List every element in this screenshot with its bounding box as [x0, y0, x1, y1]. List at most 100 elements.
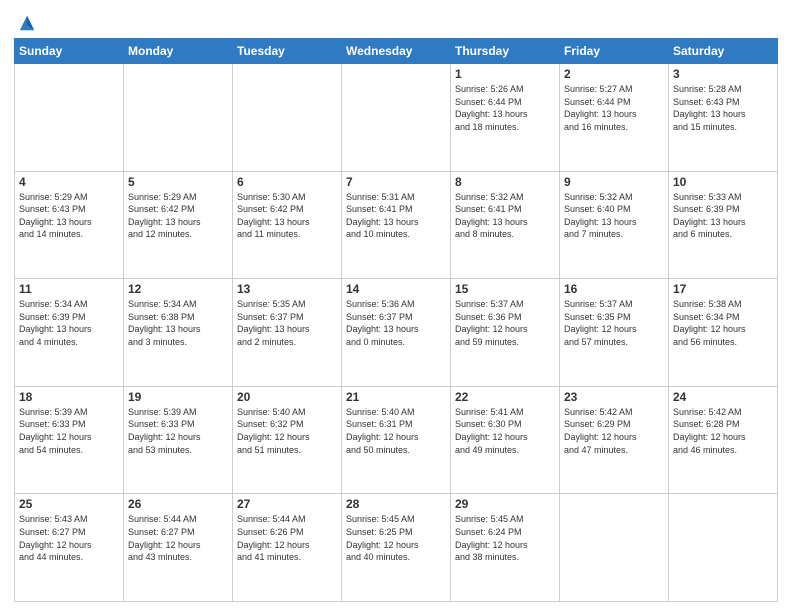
day-info: Sunrise: 5:41 AM Sunset: 6:30 PM Dayligh…	[455, 406, 555, 456]
day-number: 20	[237, 390, 337, 404]
week-row-2: 11Sunrise: 5:34 AM Sunset: 6:39 PM Dayli…	[15, 279, 778, 387]
day-info: Sunrise: 5:39 AM Sunset: 6:33 PM Dayligh…	[19, 406, 119, 456]
logo-icon	[18, 14, 36, 32]
day-cell: 19Sunrise: 5:39 AM Sunset: 6:33 PM Dayli…	[124, 386, 233, 494]
day-cell: 29 Sunrise: 5:45 AM Sunset: 6:24 PM Dayli…	[451, 494, 560, 602]
day-number: 23	[564, 390, 664, 404]
day-cell: 14 Sunrise: 5:36 AM Sunset: 6:37 PM Dayli…	[342, 279, 451, 387]
day-number: 11	[19, 282, 119, 296]
day-info: Sunrise: 5:42 AM Sunset: 6:29 PM Dayligh…	[564, 406, 664, 456]
day-number: 17	[673, 282, 773, 296]
day-info: Sunrise: 5:45 AM Sunset: 6:25 PM Dayligh…	[346, 513, 446, 563]
day-info: Sunrise: 5:44 AM Sunset: 6:26 PM Dayligh…	[237, 513, 337, 563]
day-number: 1	[455, 67, 555, 81]
day-info: Sunrise: 5:32 AM Sunset: 6:41 PM Dayligh…	[455, 191, 555, 241]
day-cell: 2Sunrise: 5:27 AM Sunset: 6:44 PM Daylig…	[560, 64, 669, 172]
day-cell: 7 Sunrise: 5:31 AM Sunset: 6:41 PM Daylig…	[342, 171, 451, 279]
day-info: Sunrise: 5:34 AM Sunset: 6:38 PM Dayligh…	[128, 298, 228, 348]
day-cell: 3Sunrise: 5:28 AM Sunset: 6:43 PM Daylig…	[669, 64, 778, 172]
weekday-header-monday: Monday	[124, 39, 233, 64]
day-cell: 25 Sunrise: 5:43 AM Sunset: 6:27 PM Dayli…	[15, 494, 124, 602]
day-cell: 15Sunrise: 5:37 AM Sunset: 6:36 PM Dayli…	[451, 279, 560, 387]
day-info: Sunrise: 5:35 AM Sunset: 6:37 PM Dayligh…	[237, 298, 337, 348]
weekday-header-sunday: Sunday	[15, 39, 124, 64]
calendar-page: SundayMondayTuesdayWednesdayThursdayFrid…	[0, 0, 792, 612]
day-cell: 1 Sunrise: 5:26 AM Sunset: 6:44 PM Daylig…	[451, 64, 560, 172]
day-cell: 13 Sunrise: 5:35 AM Sunset: 6:37 PM Dayli…	[233, 279, 342, 387]
day-info: Sunrise: 5:43 AM Sunset: 6:27 PM Dayligh…	[19, 513, 119, 563]
day-info: Sunrise: 5:39 AM Sunset: 6:33 PM Dayligh…	[128, 406, 228, 456]
day-info: Sunrise: 5:32 AM Sunset: 6:40 PM Dayligh…	[564, 191, 664, 241]
day-number: 13	[237, 282, 337, 296]
day-info: Sunrise: 5:36 AM Sunset: 6:37 PM Dayligh…	[346, 298, 446, 348]
day-cell: 11Sunrise: 5:34 AM Sunset: 6:39 PM Dayli…	[15, 279, 124, 387]
day-info: Sunrise: 5:44 AM Sunset: 6:27 PM Dayligh…	[128, 513, 228, 563]
weekday-header-row: SundayMondayTuesdayWednesdayThursdayFrid…	[15, 39, 778, 64]
day-info: Sunrise: 5:33 AM Sunset: 6:39 PM Dayligh…	[673, 191, 773, 241]
day-number: 12	[128, 282, 228, 296]
day-cell	[342, 64, 451, 172]
day-cell: 21 Sunrise: 5:40 AM Sunset: 6:31 PM Dayli…	[342, 386, 451, 494]
weekday-header-friday: Friday	[560, 39, 669, 64]
calendar-table: SundayMondayTuesdayWednesdayThursdayFrid…	[14, 38, 778, 602]
week-row-3: 18 Sunrise: 5:39 AM Sunset: 6:33 PM Dayli…	[15, 386, 778, 494]
day-cell: 27 Sunrise: 5:44 AM Sunset: 6:26 PM Dayli…	[233, 494, 342, 602]
day-number: 25	[19, 497, 119, 511]
day-number: 10	[673, 175, 773, 189]
day-number: 5	[128, 175, 228, 189]
day-cell: 24 Sunrise: 5:42 AM Sunset: 6:28 PM Dayli…	[669, 386, 778, 494]
day-number: 24	[673, 390, 773, 404]
week-row-0: 1 Sunrise: 5:26 AM Sunset: 6:44 PM Daylig…	[15, 64, 778, 172]
day-cell: 6Sunrise: 5:30 AM Sunset: 6:42 PM Daylig…	[233, 171, 342, 279]
logo	[14, 14, 38, 32]
day-number: 4	[19, 175, 119, 189]
day-info: Sunrise: 5:26 AM Sunset: 6:44 PM Dayligh…	[455, 83, 555, 133]
day-info: Sunrise: 5:38 AM Sunset: 6:34 PM Dayligh…	[673, 298, 773, 348]
weekday-header-thursday: Thursday	[451, 39, 560, 64]
day-cell	[669, 494, 778, 602]
day-cell: 16 Sunrise: 5:37 AM Sunset: 6:35 PM Dayli…	[560, 279, 669, 387]
day-cell: 5Sunrise: 5:29 AM Sunset: 6:42 PM Daylig…	[124, 171, 233, 279]
day-info: Sunrise: 5:40 AM Sunset: 6:31 PM Dayligh…	[346, 406, 446, 456]
day-number: 22	[455, 390, 555, 404]
day-info: Sunrise: 5:30 AM Sunset: 6:42 PM Dayligh…	[237, 191, 337, 241]
day-cell: 10 Sunrise: 5:33 AM Sunset: 6:39 PM Dayli…	[669, 171, 778, 279]
day-info: Sunrise: 5:31 AM Sunset: 6:41 PM Dayligh…	[346, 191, 446, 241]
day-number: 9	[564, 175, 664, 189]
day-number: 21	[346, 390, 446, 404]
weekday-header-saturday: Saturday	[669, 39, 778, 64]
day-cell: 4 Sunrise: 5:29 AM Sunset: 6:43 PM Daylig…	[15, 171, 124, 279]
day-cell: 9 Sunrise: 5:32 AM Sunset: 6:40 PM Daylig…	[560, 171, 669, 279]
day-info: Sunrise: 5:40 AM Sunset: 6:32 PM Dayligh…	[237, 406, 337, 456]
day-cell: 12 Sunrise: 5:34 AM Sunset: 6:38 PM Dayli…	[124, 279, 233, 387]
day-info: Sunrise: 5:29 AM Sunset: 6:43 PM Dayligh…	[19, 191, 119, 241]
day-number: 16	[564, 282, 664, 296]
day-cell: 20 Sunrise: 5:40 AM Sunset: 6:32 PM Dayli…	[233, 386, 342, 494]
day-number: 2	[564, 67, 664, 81]
day-cell: 17 Sunrise: 5:38 AM Sunset: 6:34 PM Dayli…	[669, 279, 778, 387]
day-cell	[560, 494, 669, 602]
day-cell: 23 Sunrise: 5:42 AM Sunset: 6:29 PM Dayli…	[560, 386, 669, 494]
day-number: 18	[19, 390, 119, 404]
header-area	[14, 10, 778, 32]
day-number: 26	[128, 497, 228, 511]
weekday-header-tuesday: Tuesday	[233, 39, 342, 64]
day-cell	[233, 64, 342, 172]
day-cell: 8 Sunrise: 5:32 AM Sunset: 6:41 PM Daylig…	[451, 171, 560, 279]
day-info: Sunrise: 5:42 AM Sunset: 6:28 PM Dayligh…	[673, 406, 773, 456]
day-number: 14	[346, 282, 446, 296]
day-info: Sunrise: 5:37 AM Sunset: 6:35 PM Dayligh…	[564, 298, 664, 348]
day-info: Sunrise: 5:45 AM Sunset: 6:24 PM Dayligh…	[455, 513, 555, 563]
day-number: 3	[673, 67, 773, 81]
day-number: 28	[346, 497, 446, 511]
day-number: 29	[455, 497, 555, 511]
weekday-header-wednesday: Wednesday	[342, 39, 451, 64]
day-number: 7	[346, 175, 446, 189]
day-cell: 18 Sunrise: 5:39 AM Sunset: 6:33 PM Dayli…	[15, 386, 124, 494]
day-cell	[15, 64, 124, 172]
day-cell: 28 Sunrise: 5:45 AM Sunset: 6:25 PM Dayli…	[342, 494, 451, 602]
day-cell	[124, 64, 233, 172]
week-row-1: 4 Sunrise: 5:29 AM Sunset: 6:43 PM Daylig…	[15, 171, 778, 279]
day-number: 27	[237, 497, 337, 511]
day-number: 8	[455, 175, 555, 189]
